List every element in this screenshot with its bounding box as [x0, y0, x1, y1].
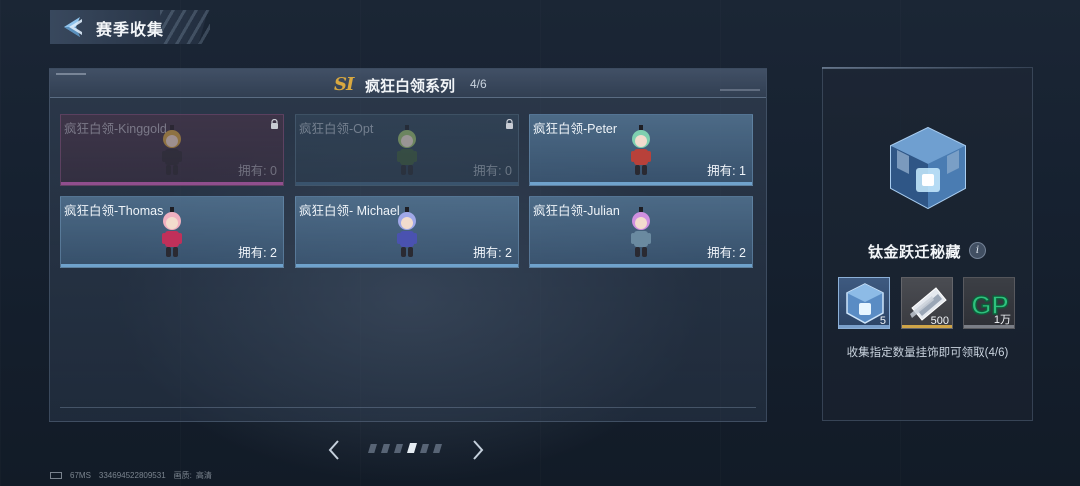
card-name: 疯狂白领-Kinggold [64, 122, 167, 136]
figure-thomas-icon [162, 207, 182, 257]
owned-count: 拥有: 1 [707, 164, 746, 178]
info-icon[interactable]: i [969, 242, 986, 259]
reward-description: 收集指定数量挂饰即可领取(4/6) [846, 347, 1009, 359]
series-header: SI 疯狂白领系列 4/6 [50, 69, 766, 98]
card-julian[interactable]: 疯狂白领-Julian 拥有: 2 [529, 196, 753, 268]
item-underline [902, 325, 952, 328]
panel-divider [60, 407, 756, 408]
page-dot[interactable] [381, 444, 390, 453]
series-progress: 4/6 [470, 77, 487, 91]
reward-item-crate[interactable]: 5 [838, 277, 890, 329]
titanium-crate-icon [890, 126, 966, 210]
chevron-right-icon[interactable] [468, 438, 488, 462]
back-arrow-icon[interactable] [60, 14, 86, 40]
ping-readout: 67MS [70, 471, 91, 480]
card-underline [296, 182, 518, 185]
card-name: 疯狂白领-Peter [533, 122, 618, 136]
header-decoration-line [56, 73, 86, 75]
header-decoration [160, 10, 210, 44]
user-id: 334694522809531 [98, 471, 166, 480]
page-dot[interactable] [420, 444, 429, 453]
collection-panel: SI 疯狂白领系列 4/6 疯狂白领-Kinggold 拥有: 0 疯狂白领-O… [49, 68, 767, 422]
page-title: 赛季收集 [96, 22, 165, 39]
card-underline [530, 264, 752, 267]
page-dot[interactable] [407, 443, 417, 453]
series-name: 疯狂白领系列 [365, 78, 456, 95]
card-kinggold[interactable]: 疯狂白领-Kinggold 拥有: 0 [60, 114, 284, 186]
item-underline [839, 325, 889, 328]
page-dot[interactable] [433, 444, 442, 453]
figure-julian-icon [631, 207, 651, 257]
card-name: 疯狂白领- Michael [299, 204, 400, 218]
lock-icon [271, 119, 278, 129]
card-thomas[interactable]: 疯狂白领-Thomas 拥有: 2 [60, 196, 284, 268]
panel-decoration [822, 67, 1030, 69]
card-underline [61, 182, 283, 185]
card-underline [61, 264, 283, 267]
reward-item-ticket[interactable]: 500 [901, 277, 953, 329]
owned-count: 拥有: 2 [238, 246, 277, 260]
card-underline [530, 182, 752, 185]
figure-peter-icon [631, 125, 651, 175]
card-underline [296, 264, 518, 267]
reward-item-gp[interactable]: GP 1万 [963, 277, 1015, 329]
page-dot[interactable] [368, 444, 377, 453]
card-michael[interactable]: 疯狂白领- Michael 拥有: 2 [295, 196, 519, 268]
figure-michael-icon [397, 207, 417, 257]
lock-icon [506, 119, 513, 129]
reward-panel: 钛金跃迁秘藏 i 5 500 GP 1万 收集指定数量挂饰即可领取(4/6) [822, 67, 1033, 421]
quality-label: 画质: [173, 471, 192, 480]
battery-icon [50, 472, 62, 480]
status-footer: 67MS 334694522809531 画质: 高清 [50, 470, 220, 481]
item-underline [964, 325, 1014, 328]
owned-count: 拥有: 0 [238, 164, 277, 178]
header-decoration-line [720, 89, 760, 91]
card-name: 疯狂白领-Opt [299, 122, 374, 136]
quality-value: 高清 [195, 471, 212, 480]
card-peter[interactable]: 疯狂白领-Peter 拥有: 1 [529, 114, 753, 186]
page-dot[interactable] [394, 444, 403, 453]
figure-opt-icon [397, 125, 417, 175]
owned-count: 拥有: 2 [473, 246, 512, 260]
reward-name: 钛金跃迁秘藏 [868, 244, 962, 261]
card-name: 疯狂白领-Thomas [64, 204, 164, 218]
chevron-left-icon[interactable] [324, 438, 344, 462]
card-opt[interactable]: 疯狂白领-Opt 拥有: 0 [295, 114, 519, 186]
season-badge: SI [334, 74, 354, 95]
card-name: 疯狂白领-Julian [533, 204, 620, 218]
owned-count: 拥有: 0 [473, 164, 512, 178]
figure-kinggold-icon [162, 125, 182, 175]
owned-count: 拥有: 2 [707, 246, 746, 260]
